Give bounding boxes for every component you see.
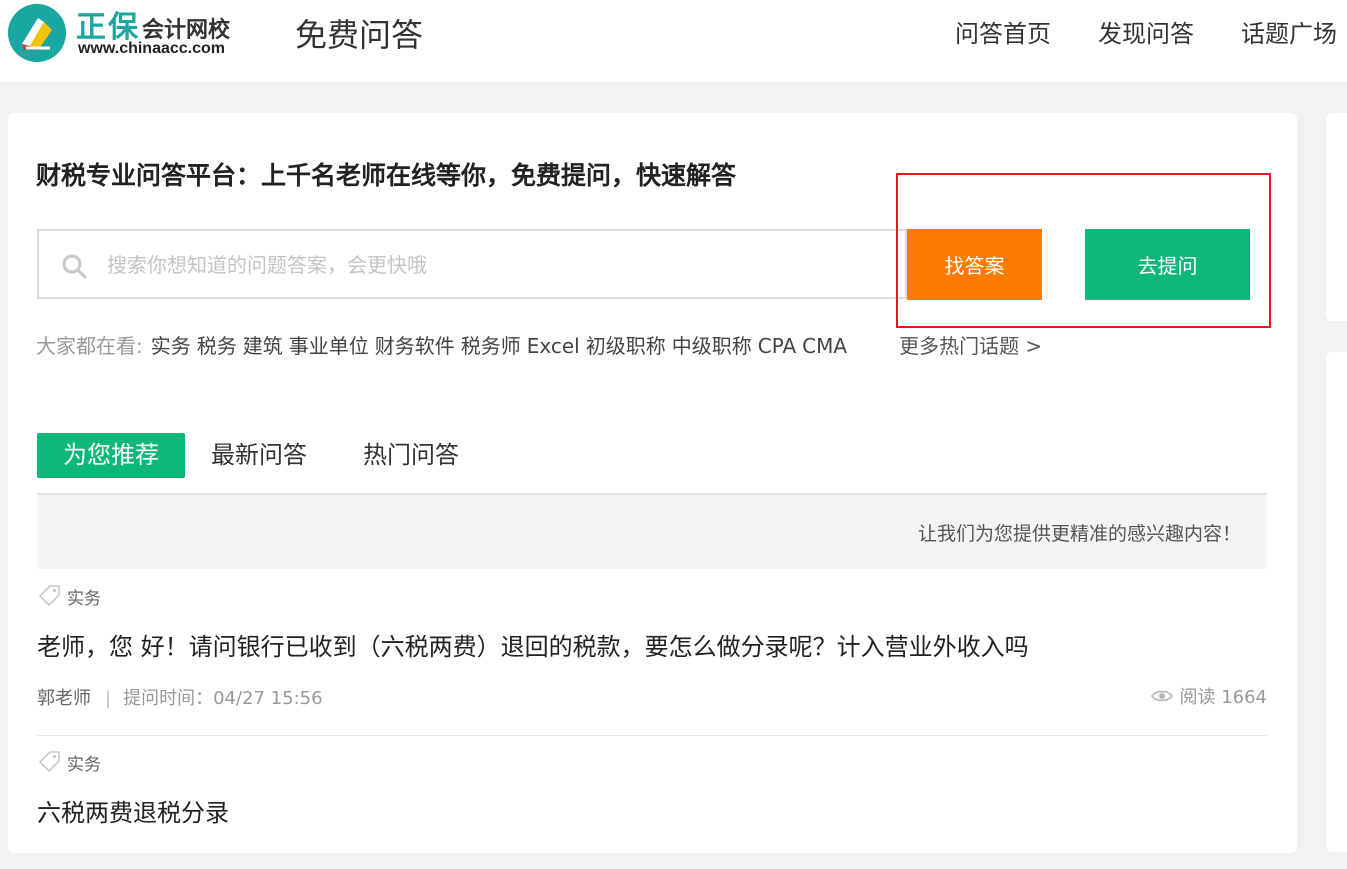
- hot-tag-jianzhu[interactable]: 建筑: [243, 330, 283, 359]
- question-list-item: 实务 老师，您 好！请问银行已收到（六税两费）退回的税款，要怎么做分录呢？计入营…: [37, 583, 1267, 736]
- hot-tag-excel[interactable]: Excel: [527, 334, 580, 358]
- question-tag-label: 实务: [67, 754, 101, 775]
- hot-tag-cma[interactable]: CMA: [802, 334, 847, 358]
- question-list-item: 实务 六税两费退税分录: [37, 749, 1267, 869]
- question-title[interactable]: 六税两费退税分录: [37, 793, 229, 828]
- hot-tag-shiwu[interactable]: 实务: [151, 330, 191, 359]
- meta-separator: |: [105, 688, 112, 709]
- nav-topic-square[interactable]: 话题广场: [1241, 14, 1337, 49]
- tag-icon: [39, 585, 60, 606]
- nav-discover[interactable]: 发现问答: [1098, 14, 1194, 49]
- hot-topics-row: 大家都在看: 实务 税务 建筑 事业单位 财务软件 税务师 Excel 初级职称…: [36, 330, 1042, 359]
- search-box[interactable]: [37, 229, 907, 299]
- read-count-label: 阅读 1664: [1179, 687, 1267, 708]
- nav-qa-home[interactable]: 问答首页: [955, 14, 1051, 49]
- interest-notice-link[interactable]: 让我们为您提供更精准的感兴趣内容！: [918, 519, 1241, 546]
- question-title[interactable]: 老师，您 好！请问银行已收到（六税两费）退回的税款，要怎么做分录呢？计入营业外收…: [37, 627, 1029, 662]
- tab-latest[interactable]: 最新问答: [187, 433, 333, 478]
- tab-recommended[interactable]: 为您推荐: [37, 433, 185, 478]
- logo-url: www.chinaacc.com: [78, 40, 226, 57]
- hot-tag-shuiwu[interactable]: 税务: [197, 330, 237, 359]
- tab-hot[interactable]: 热门问答: [339, 433, 485, 478]
- question-time: 提问时间：04/27 15:56: [123, 688, 323, 709]
- hot-topics-label: 大家都在看:: [36, 334, 143, 358]
- search-input[interactable]: [105, 245, 889, 285]
- hot-tag-shuiwushi[interactable]: 税务师: [461, 330, 521, 359]
- interest-notice-bar: 让我们为您提供更精准的感兴趣内容！: [37, 495, 1267, 569]
- hot-tag-caiwuruanjian[interactable]: 财务软件: [375, 330, 455, 359]
- hot-tag-chuji[interactable]: 初级职称: [586, 330, 666, 359]
- main-card: 财税专业问答平台：上千名老师在线等你，免费提问，快速解答 找答案 去提问 大家都…: [8, 113, 1297, 853]
- top-nav: 问答首页 发现问答 话题广场: [955, 14, 1337, 49]
- logo-emblem-icon: [8, 4, 66, 62]
- side-card: [1326, 352, 1347, 852]
- hot-tag-zhongji[interactable]: 中级职称: [672, 330, 752, 359]
- ask-question-button[interactable]: 去提问: [1085, 229, 1250, 300]
- page-title: 免费问答: [295, 16, 424, 54]
- read-count: 阅读 1664: [1151, 683, 1267, 709]
- find-answer-button[interactable]: 找答案: [907, 229, 1042, 300]
- question-author[interactable]: 郭老师: [37, 688, 91, 709]
- question-meta: 郭老师 | 提问时间：04/27 15:56: [37, 684, 323, 710]
- side-card: [1326, 113, 1347, 321]
- question-tag-label: 实务: [67, 588, 101, 609]
- site-logo[interactable]: 正保会计网校 www.chinaacc.com: [8, 4, 238, 62]
- hot-tag-shiyedanwei[interactable]: 事业单位: [289, 330, 369, 359]
- hot-tag-cpa[interactable]: CPA: [758, 334, 796, 358]
- eye-icon: [1151, 690, 1174, 702]
- question-tabs: 为您推荐 最新问答 热门问答: [37, 433, 487, 478]
- more-hot-topics-link[interactable]: 更多热门话题 >: [899, 330, 1042, 359]
- question-tag[interactable]: 实务: [37, 749, 101, 775]
- search-icon: [62, 254, 87, 279]
- platform-slogan: 财税专业问答平台：上千名老师在线等你，免费提问，快速解答: [36, 161, 737, 190]
- question-tag[interactable]: 实务: [37, 583, 101, 609]
- top-header: 正保会计网校 www.chinaacc.com 免费问答 问答首页 发现问答 话…: [0, 0, 1347, 82]
- tag-icon: [39, 751, 60, 772]
